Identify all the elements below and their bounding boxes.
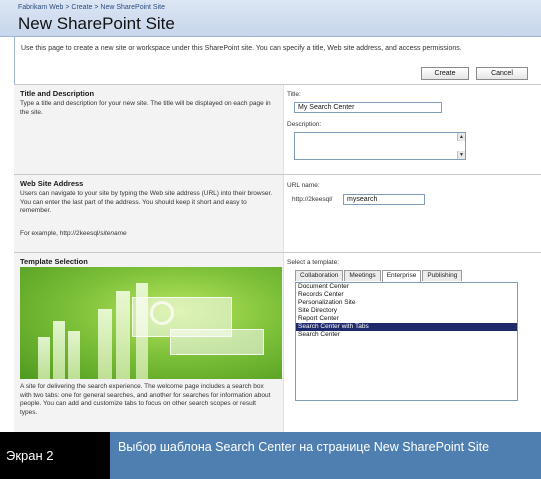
section-description: Users can navigate to your site by typin… xyxy=(20,190,273,214)
url-prefix: http://2keesql/ xyxy=(292,196,333,203)
template-option-selected[interactable]: Search Center with Tabs xyxy=(296,323,517,331)
template-option[interactable]: Search Center xyxy=(296,331,517,339)
preview-bar xyxy=(98,309,112,379)
cancel-button[interactable]: Cancel xyxy=(476,67,528,80)
template-selection-section: Template Selection A site for delivering… xyxy=(14,252,541,433)
section-info-panel: Template Selection A site for delivering… xyxy=(14,253,284,433)
caption-text: Выбор шаблона Search Center на странице … xyxy=(118,440,490,454)
breadcrumb-separator: > xyxy=(65,4,70,11)
title-field-label: Title: xyxy=(287,91,301,98)
breadcrumb-link-fabrikam-web[interactable]: Fabrikam Web xyxy=(18,4,63,11)
section-description: Type a title and description for your ne… xyxy=(20,100,271,116)
example-suffix: sitename xyxy=(100,230,127,237)
section-info-panel: Web Site Address Users can navigate to y… xyxy=(14,175,284,253)
page-header: Fabrikam Web > Create > New SharePoint S… xyxy=(0,0,541,37)
template-category-tabs: Collaboration Meetings Enterprise Publis… xyxy=(295,270,463,282)
template-option[interactable]: Personalization Site xyxy=(296,299,517,307)
url-name-input[interactable]: mysearch xyxy=(343,194,425,205)
description-textarea[interactable]: ▲ ▼ xyxy=(294,132,466,160)
title-input[interactable]: My Search Center xyxy=(294,102,442,113)
section-info-panel: Title and Description Type a title and d… xyxy=(14,85,284,175)
scroll-down-arrow-icon[interactable]: ▼ xyxy=(457,151,465,159)
tab-enterprise[interactable]: Enterprise xyxy=(381,270,422,282)
preview-bar xyxy=(53,321,65,379)
create-button[interactable]: Create xyxy=(421,67,469,80)
preview-bar xyxy=(38,337,50,379)
example-prefix: For example, http://2keesql/ xyxy=(20,230,101,237)
address-example: For example, http://2keesql/sitename xyxy=(20,230,275,239)
web-site-address-section: Web Site Address Users can navigate to y… xyxy=(14,174,541,253)
template-option[interactable]: Records Center xyxy=(296,291,517,299)
url-field-label: URL name: xyxy=(287,182,320,189)
left-margin xyxy=(0,37,14,432)
breadcrumb: Fabrikam Web > Create > New SharePoint S… xyxy=(18,4,165,11)
section-heading: Template Selection xyxy=(20,257,88,266)
template-description: A site for delivering the search experie… xyxy=(20,383,271,416)
template-preview-image xyxy=(20,267,282,379)
caption-label: Экран 2 xyxy=(0,432,110,479)
template-option[interactable]: Site Directory xyxy=(296,307,517,315)
preview-bar xyxy=(68,331,80,379)
breadcrumb-separator: > xyxy=(94,4,99,11)
breadcrumb-current: New SharePoint Site xyxy=(100,4,165,11)
figure-caption: Экран 2 Выбор шаблона Search Center на с… xyxy=(0,432,541,479)
tab-meetings[interactable]: Meetings xyxy=(344,270,381,281)
template-option[interactable]: Document Center xyxy=(296,283,517,291)
title-description-section: Title and Description Type a title and d… xyxy=(14,84,541,175)
breadcrumb-link-create[interactable]: Create xyxy=(71,4,92,11)
description-field-label: Description: xyxy=(287,121,322,128)
magnifier-icon xyxy=(150,301,174,325)
scroll-up-arrow-icon[interactable]: ▲ xyxy=(457,133,465,141)
section-heading: Web Site Address xyxy=(20,179,84,188)
template-listbox[interactable]: Document Center Records Center Personali… xyxy=(295,282,518,401)
page-title: New SharePoint Site xyxy=(18,14,175,33)
section-heading: Title and Description xyxy=(20,89,95,98)
template-option[interactable]: Report Center xyxy=(296,315,517,323)
tab-publishing[interactable]: Publishing xyxy=(422,270,463,281)
preview-card xyxy=(170,329,264,355)
intro-text: Use this page to create a new site or wo… xyxy=(21,45,462,52)
tab-collaboration[interactable]: Collaboration xyxy=(295,270,344,281)
template-select-label: Select a template: xyxy=(287,259,340,266)
preview-bar xyxy=(116,291,130,379)
